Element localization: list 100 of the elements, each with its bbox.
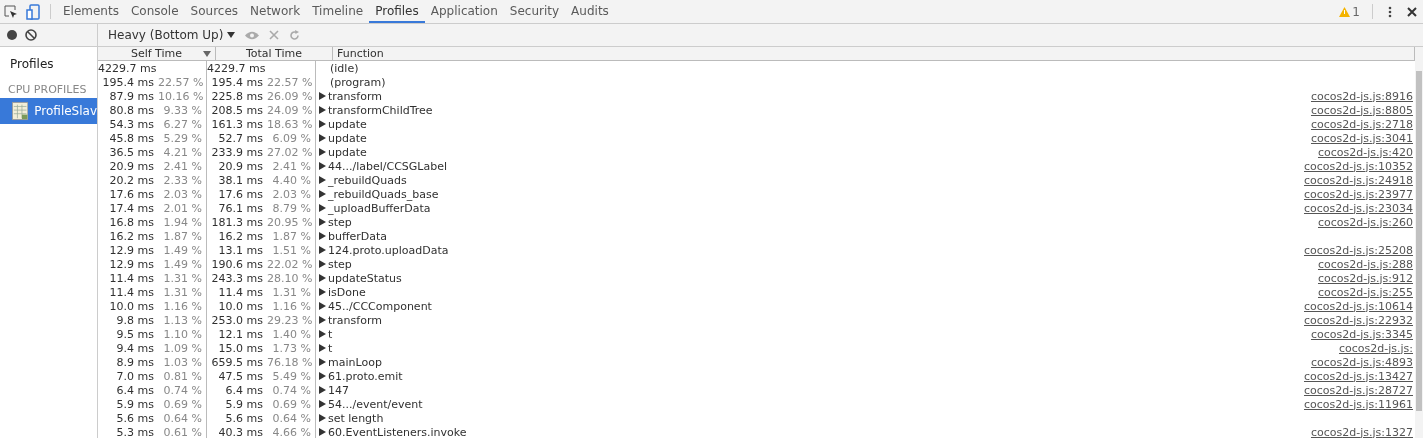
expand-arrow-icon[interactable] bbox=[319, 204, 326, 212]
source-link[interactable]: cocos2d-js.js:3041 bbox=[1311, 131, 1415, 145]
source-link[interactable]: cocos2d-js.js:13427 bbox=[1304, 369, 1415, 383]
function-name: _rebuildQuads bbox=[328, 173, 407, 187]
expand-arrow-icon[interactable] bbox=[319, 176, 326, 184]
total-percent: 1.40 % bbox=[271, 327, 311, 341]
source-link[interactable]: cocos2d-js.js:25208 bbox=[1304, 243, 1415, 257]
panel-tab[interactable]: Console bbox=[124, 0, 185, 23]
function-name: update bbox=[328, 117, 367, 131]
expand-arrow-icon[interactable] bbox=[319, 358, 326, 366]
source-link[interactable]: cocos2d-js.js:23977 bbox=[1304, 187, 1415, 201]
panel-tab[interactable]: Elements bbox=[57, 0, 125, 23]
self-time: 17.6 ms bbox=[109, 187, 154, 201]
expand-arrow-icon[interactable] bbox=[319, 120, 326, 128]
expand-arrow-icon[interactable] bbox=[319, 302, 326, 310]
source-link[interactable]: cocos2d-js.js:420 bbox=[1318, 145, 1415, 159]
expand-arrow-icon[interactable] bbox=[319, 428, 326, 436]
total-time: 40.3 ms bbox=[218, 425, 263, 438]
source-link[interactable]: cocos2d-js.js:22932 bbox=[1304, 313, 1415, 327]
expand-arrow-icon[interactable] bbox=[319, 414, 326, 422]
source-link[interactable]: cocos2d-js.js:260 bbox=[1318, 215, 1415, 229]
total-time: 12.1 ms bbox=[218, 327, 263, 341]
view-select[interactable]: Heavy (Bottom Up) bbox=[108, 28, 236, 42]
self-percent: 1.16 % bbox=[162, 299, 202, 313]
expand-arrow-icon[interactable] bbox=[319, 148, 326, 156]
expand-arrow-icon[interactable] bbox=[319, 386, 326, 394]
record-icon[interactable] bbox=[7, 30, 17, 40]
source-link[interactable]: cocos2d-js.js:288 bbox=[1318, 257, 1415, 271]
function-name: step bbox=[328, 215, 352, 229]
clear-icon[interactable] bbox=[25, 29, 37, 41]
function-name: 54.../event/event bbox=[328, 397, 423, 411]
source-link[interactable]: cocos2d-js.js:912 bbox=[1318, 271, 1415, 285]
scrollbar[interactable] bbox=[1415, 47, 1423, 438]
total-time: 253.0 ms bbox=[211, 313, 263, 327]
source-link[interactable]: cocos2d-js.js:8916 bbox=[1311, 89, 1415, 103]
inspect-icon[interactable] bbox=[4, 4, 18, 19]
panel-tab[interactable]: Network bbox=[244, 0, 307, 23]
warning-count[interactable]: 1 bbox=[1352, 4, 1360, 19]
expand-arrow-icon[interactable] bbox=[319, 372, 326, 380]
source-link[interactable]: cocos2d-js.js:10352 bbox=[1304, 159, 1415, 173]
panel-tab[interactable]: Sources bbox=[184, 0, 245, 23]
expand-arrow-icon[interactable] bbox=[319, 288, 326, 296]
expand-arrow-icon[interactable] bbox=[319, 400, 326, 408]
self-time: 5.9 ms bbox=[116, 397, 154, 411]
source-link[interactable]: cocos2d-js.js:1327 bbox=[1311, 425, 1415, 438]
close-icon[interactable] bbox=[1407, 6, 1417, 17]
expand-arrow-icon[interactable] bbox=[319, 190, 326, 198]
section-header: CPU PROFILES bbox=[7, 82, 88, 98]
expand-arrow-icon[interactable] bbox=[319, 330, 326, 338]
expand-arrow-icon[interactable] bbox=[319, 162, 326, 170]
function-name: isDone bbox=[328, 285, 366, 299]
source-link[interactable]: cocos2d-js.js:255 bbox=[1318, 285, 1415, 299]
source-link[interactable]: cocos2d-js.js:4893 bbox=[1311, 355, 1415, 369]
total-percent: 29.23 % bbox=[267, 313, 311, 327]
panel-tab[interactable]: Application bbox=[424, 0, 504, 23]
total-percent: 1.73 % bbox=[271, 341, 311, 355]
expand-arrow-icon[interactable] bbox=[319, 316, 326, 324]
self-time: 12.9 ms bbox=[109, 243, 154, 257]
self-time: 80.8 ms bbox=[109, 103, 154, 117]
panel-tab[interactable]: Security bbox=[503, 0, 566, 23]
function-name: update bbox=[328, 145, 367, 159]
expand-arrow-icon[interactable] bbox=[319, 134, 326, 142]
expand-arrow-icon[interactable] bbox=[319, 344, 326, 352]
source-link[interactable]: cocos2d-js.js:23034 bbox=[1304, 201, 1415, 215]
total-time: 10.0 ms bbox=[218, 299, 263, 313]
self-percent: 1.13 % bbox=[162, 313, 202, 327]
total-percent: 0.74 % bbox=[271, 383, 311, 397]
source-link[interactable]: cocos2d-js.js:24918 bbox=[1304, 173, 1415, 187]
function-name: 44.../label/CCSGLabel bbox=[328, 159, 448, 173]
total-time: 4229.7 ms bbox=[207, 61, 266, 75]
self-percent: 0.74 % bbox=[162, 383, 202, 397]
panel-tab[interactable]: Audits bbox=[565, 0, 615, 23]
column-header[interactable]: Total Time bbox=[216, 47, 333, 60]
expand-arrow-icon[interactable] bbox=[319, 106, 326, 114]
panel-tab[interactable]: Timeline bbox=[306, 0, 370, 23]
self-percent: 1.94 % bbox=[162, 215, 202, 229]
source-link[interactable]: cocos2d-js.js:2718 bbox=[1311, 117, 1415, 131]
expand-arrow-icon[interactable] bbox=[319, 232, 326, 240]
function-name: set length bbox=[328, 411, 384, 425]
source-link[interactable]: cocos2d-js.js:3345 bbox=[1311, 327, 1415, 341]
expand-arrow-icon[interactable] bbox=[319, 218, 326, 226]
source-link[interactable]: cocos2d-js.js:11961 bbox=[1304, 397, 1415, 411]
sort-icon bbox=[203, 50, 211, 57]
profile-item[interactable]: ProfileSlav bbox=[0, 98, 97, 124]
column-header[interactable]: Self Time bbox=[98, 47, 216, 60]
source-link[interactable]: cocos2d-js.js:28727 bbox=[1304, 383, 1415, 397]
self-time: 10.0 ms bbox=[109, 299, 154, 313]
self-time: 7.0 ms bbox=[116, 369, 154, 383]
source-link[interactable]: cocos2d-js.js: bbox=[1339, 341, 1415, 355]
source-link[interactable]: cocos2d-js.js:8805 bbox=[1311, 103, 1415, 117]
expand-arrow-icon[interactable] bbox=[319, 92, 326, 100]
total-time: 208.5 ms bbox=[211, 103, 263, 117]
device-icon[interactable] bbox=[26, 3, 40, 20]
expand-arrow-icon[interactable] bbox=[319, 246, 326, 254]
source-link[interactable]: cocos2d-js.js:10614 bbox=[1304, 299, 1415, 313]
self-time: 45.8 ms bbox=[109, 131, 154, 145]
expand-arrow-icon[interactable] bbox=[319, 260, 326, 268]
more-icon[interactable] bbox=[1388, 5, 1392, 18]
self-percent: 1.09 % bbox=[162, 341, 202, 355]
expand-arrow-icon[interactable] bbox=[319, 274, 326, 282]
